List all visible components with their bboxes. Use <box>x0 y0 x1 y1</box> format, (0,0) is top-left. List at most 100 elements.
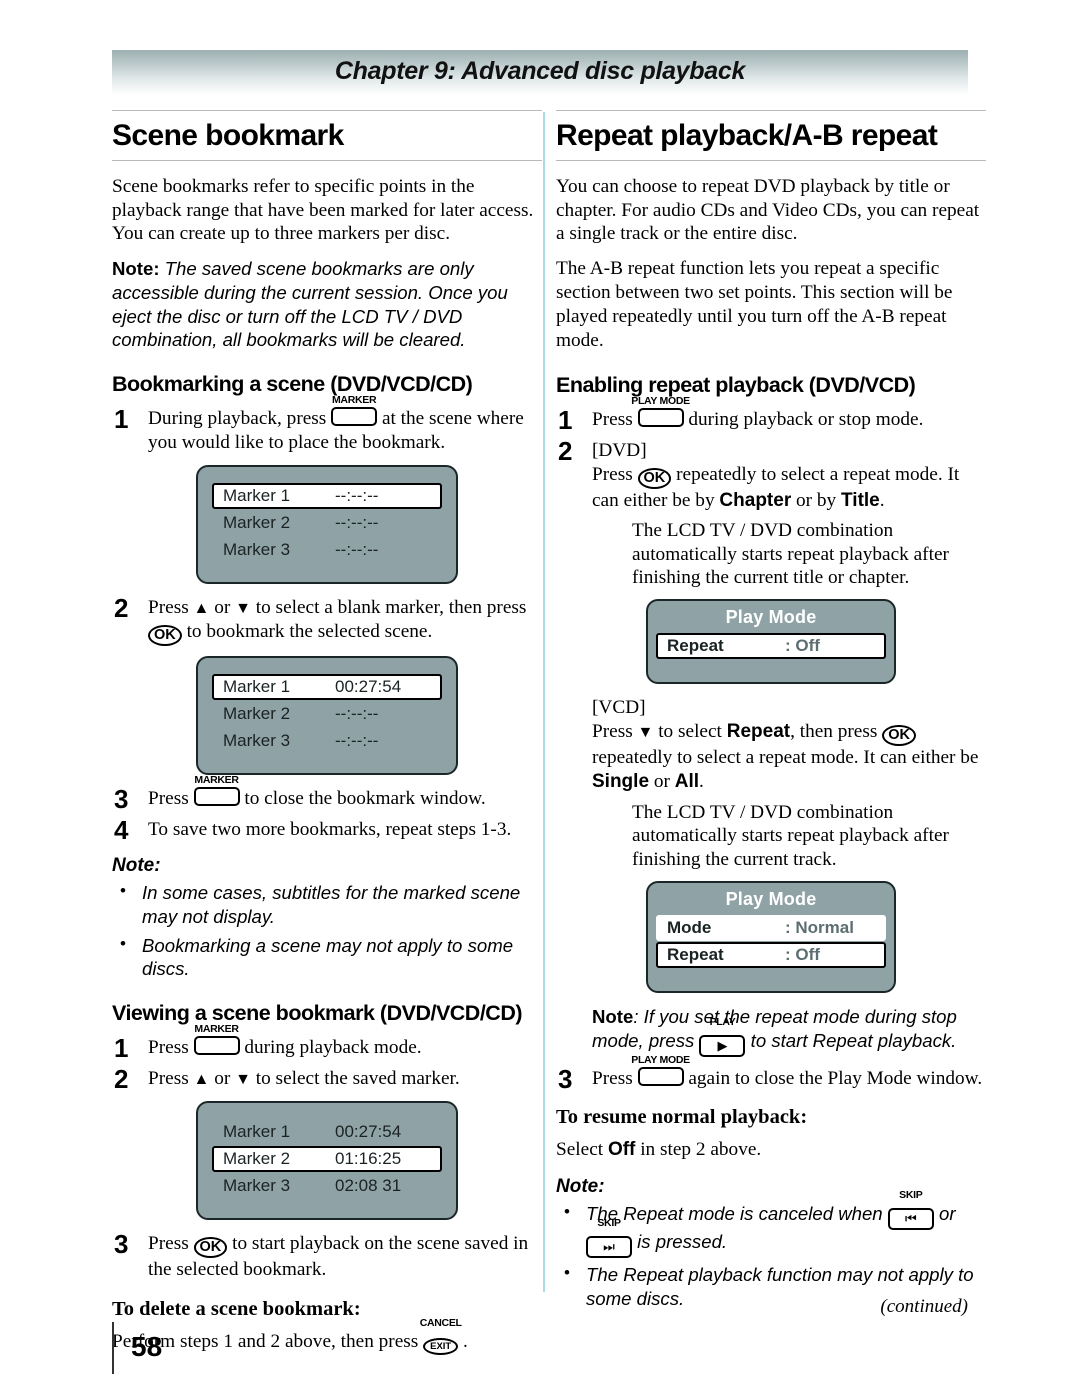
step-text: [DVD] Press OK repeatedly to select a rep… <box>592 439 960 511</box>
marker-label: Marker 1 <box>223 676 291 696</box>
play-mode-row-mode[interactable]: Mode : Normal <box>656 914 886 941</box>
note-label: Note <box>592 1006 634 1028</box>
step-bookmark-3: 3 Press MARKER to close the bookmark win… <box>112 773 542 814</box>
marker-key-icon: MARKER <box>193 775 240 811</box>
play-mode-row-repeat[interactable]: Repeat : Off <box>656 942 886 969</box>
marker-row[interactable]: Marker 1 00:27:54 <box>212 673 442 700</box>
row-value: : Off <box>785 945 820 964</box>
heading-to-delete-a-scene-bookmark: To delete a scene bookmark: <box>112 1297 361 1320</box>
chapter-option: Chapter <box>719 489 792 511</box>
marker-row[interactable]: Marker 3 02:08 31 <box>212 1173 442 1199</box>
marker-time: --:--:-- <box>335 539 379 559</box>
step-text: Press OK to start playback on the scene … <box>148 1232 529 1280</box>
step-text: Press ▲ or ▼ to select a blank marker, t… <box>148 597 526 646</box>
repeat-intro-paragraph-2: The A-B repeat function lets you repeat … <box>556 258 953 351</box>
step-repeat-2-vcd: [VCD] Press ▼ to select Repeat, then pres… <box>556 696 986 871</box>
arrow-down-icon: ▼ <box>235 599 251 617</box>
arrow-down-icon: ▼ <box>235 1070 251 1088</box>
marker-dialog-blank-wrapper: Marker 1 --:--:-- Marker 2 --:--:-- Mark… <box>112 464 542 584</box>
marker-dialog-one-set-wrapper: Marker 1 00:27:54 Marker 2 --:--:-- Mark… <box>112 655 542 775</box>
row-value: : Off <box>785 636 820 656</box>
marker-row[interactable]: Marker 1 --:--:-- <box>212 482 442 509</box>
note-label: Note: <box>112 258 160 280</box>
row-label: Repeat <box>667 636 724 656</box>
step-text: Press ▲ or ▼ to select the saved marker. <box>148 1067 460 1089</box>
play-mode-dialog-dvd: Play Mode Repeat : Off <box>646 599 896 685</box>
step-number: 1 <box>114 404 129 434</box>
play-mode-dialog-dvd-wrapper: Play Mode Repeat : Off <box>556 599 986 685</box>
step-number: 3 <box>114 1228 129 1259</box>
skip-back-key-icon: SKIP ⏮ <box>887 1190 934 1231</box>
note-body: The saved scene bookmarks are only acces… <box>112 258 508 351</box>
left-column: Scene bookmark Scene bookmarks refer to … <box>112 110 542 1366</box>
marker-row[interactable]: Marker 2 --:--:-- <box>212 510 442 536</box>
off-option: Off <box>607 1139 636 1161</box>
marker-time: 02:08 31 <box>335 1175 402 1195</box>
marker-time: 01:16:25 <box>335 1148 402 1168</box>
marker-row[interactable]: Marker 3 --:--:-- <box>212 728 442 754</box>
note-heading: Note: <box>112 855 161 877</box>
vcd-indent-note: The LCD TV / DVD combination automatical… <box>632 801 949 870</box>
step-text: Press PLAY MODE during playback or stop … <box>592 394 924 432</box>
page-number: 58 <box>131 1331 163 1362</box>
repeat-option: Repeat <box>726 721 791 743</box>
subheading-viewing-a-scene-bookmark: Viewing a scene bookmark (DVD/VCD/CD) <box>112 1000 523 1025</box>
marker-label: Marker 2 <box>223 512 291 532</box>
step-viewing-1: 1 Press MARKER during playback mode. <box>112 1023 542 1063</box>
step-repeat-2: 2 [DVD] Press OK repeatedly to select a r… <box>556 436 986 590</box>
all-option: All <box>674 771 699 793</box>
arrow-up-icon: ▲ <box>193 1070 210 1088</box>
marker-time: --:--:-- <box>335 703 379 723</box>
step-text: During playback, press MARKER at the sce… <box>148 394 524 453</box>
marker-label: Marker 3 <box>223 1175 291 1195</box>
ok-key-icon: OK <box>882 725 916 747</box>
note-bullet-list: The Repeat mode is canceled when SKIP⏮ o… <box>556 1190 986 1310</box>
play-mode-key-icon: PLAY MODE <box>631 1055 690 1091</box>
skip-forward-key-icon: SKIP ⏭ <box>586 1218 632 1259</box>
delete-instruction: Perform steps 1 and 2 above, then press … <box>112 1318 542 1355</box>
page-title-repeat-playback: Repeat playback/A-B repeat <box>556 119 938 152</box>
marker-label: Marker 3 <box>223 730 291 750</box>
play-mode-key-icon: PLAY MODE <box>631 396 690 432</box>
repeat-stop-mode-note: Note: If you set the repeat mode during … <box>592 1005 986 1057</box>
step-bookmark-1: 1 During playback, press MARKER at the s… <box>112 394 542 455</box>
step-viewing-3: 3 Press OK to start playback on the scen… <box>112 1228 542 1282</box>
marker-row[interactable]: Marker 2 --:--:-- <box>212 701 442 727</box>
dvd-tag: [DVD] <box>592 439 647 461</box>
step-bookmark-2: 2 Press ▲ or ▼ to select a blank marker,… <box>112 592 542 646</box>
dialog-title: Play Mode <box>725 888 817 909</box>
marker-label: Marker 1 <box>223 1121 291 1141</box>
step-text: To save two more bookmarks, repeat steps… <box>148 818 512 840</box>
document-page: Chapter 9: Advanced disc playback Scene … <box>0 0 1080 1397</box>
marker-dialog-one-set: Marker 1 00:27:54 Marker 2 --:--:-- Mark… <box>196 655 458 775</box>
marker-row[interactable]: Marker 2 01:16:25 <box>212 1145 442 1172</box>
step-number: 3 <box>558 1063 573 1094</box>
step-bookmark-4: 4 To save two more bookmarks, repeat ste… <box>112 815 542 845</box>
play-mode-row-repeat[interactable]: Repeat : Off <box>656 633 886 660</box>
marker-key-icon: MARKER <box>331 395 378 431</box>
step-repeat-3: 3 Press PLAY MODE again to close the Pla… <box>556 1053 986 1094</box>
step-number: 2 <box>114 1063 129 1094</box>
play-mode-dialog-vcd-wrapper: Play Mode Mode : Normal Repeat : Off <box>556 880 986 994</box>
marker-time: --:--:-- <box>335 485 379 505</box>
step-number: 2 <box>114 592 129 623</box>
heading-to-resume-normal-playback: To resume normal playback: <box>556 1106 808 1129</box>
subheading-bookmarking-a-scene: Bookmarking a scene (DVD/VCD/CD) <box>112 371 473 396</box>
heading-rule-bottom <box>112 159 542 161</box>
marker-time: --:--:-- <box>335 730 379 750</box>
ok-key-icon: OK <box>193 1236 228 1258</box>
repeat-playback-heading-block: Repeat playback/A-B repeat <box>556 110 986 161</box>
marker-time: --:--:-- <box>335 512 379 532</box>
step-text: Press MARKER to close the bookmark windo… <box>148 773 486 811</box>
list-item: In some cases, subtitles for the marked … <box>112 880 542 928</box>
marker-row[interactable]: Marker 1 00:27:54 <box>212 1119 442 1145</box>
column-divider <box>543 112 545 1292</box>
marker-row[interactable]: Marker 3 --:--:-- <box>212 537 442 563</box>
title-option: Title <box>841 489 880 511</box>
page-number-rule <box>112 1322 114 1374</box>
marker-label: Marker 2 <box>223 1148 291 1168</box>
step-text: Press PLAY MODE again to close the Play … <box>592 1053 983 1091</box>
step-text: Press MARKER during playback mode. <box>148 1023 422 1059</box>
page-title-scene-bookmark: Scene bookmark <box>112 119 344 152</box>
scene-bookmark-intro: Scene bookmarks refer to specific points… <box>112 175 534 245</box>
